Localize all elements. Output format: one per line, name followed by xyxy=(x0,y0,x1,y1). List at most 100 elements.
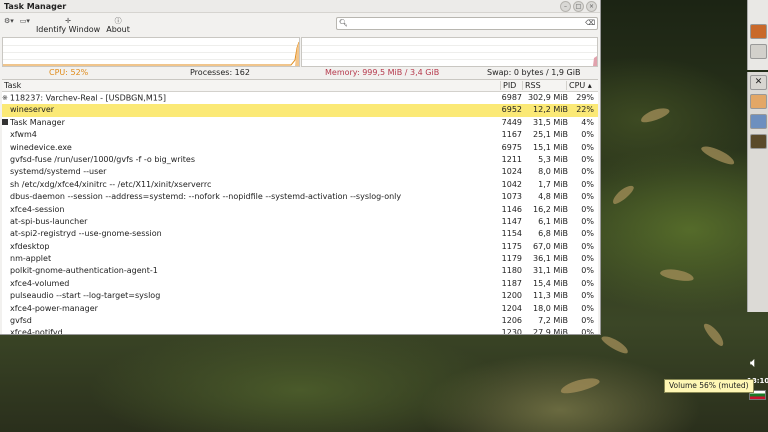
task-rss: 25,1 MiB xyxy=(533,130,568,140)
column-header-pid[interactable]: PID xyxy=(503,80,516,91)
task-name: xfce4-volumed xyxy=(10,278,70,288)
minimize-button[interactable]: – xyxy=(560,1,571,12)
table-row[interactable]: polkit-gnome-authentication-agent-1 1180 3… xyxy=(2,265,598,277)
task-rss: 1,7 MiB xyxy=(538,179,568,189)
about-button[interactable]: ⓘ About xyxy=(106,17,130,35)
view-menu-button[interactable]: ▭▾ xyxy=(20,17,30,35)
table-row[interactable]: winedevice.exe 6975 15,1 MiB 0% xyxy=(2,142,598,154)
panel-apps: ✕ xyxy=(747,72,768,312)
table-row[interactable]: xfce4-session 1146 16,2 MiB 0% xyxy=(2,204,598,216)
column-header-cpu[interactable]: CPU ▴ xyxy=(569,80,592,91)
table-row[interactable]: xfce4-power-manager 1204 18,0 MiB 0% xyxy=(2,303,598,315)
task-name: dbus-daemon --session --address=systemd:… xyxy=(10,192,402,202)
search-input[interactable]: 🔍︎ ⌫ xyxy=(336,17,598,30)
task-pid: 7449 xyxy=(501,117,522,127)
task-name: gvfsd xyxy=(10,316,32,326)
close-button[interactable]: × xyxy=(586,1,597,12)
monitor-icon: ▭▾ xyxy=(19,17,30,25)
task-name: winedevice.exe xyxy=(10,142,72,152)
window-button[interactable] xyxy=(750,44,767,59)
folder-icon[interactable] xyxy=(750,94,767,109)
table-row[interactable]: systemd/systemd --user 1024 8,0 MiB 0% xyxy=(2,166,598,178)
table-row[interactable]: xfce4-notifyd 1230 27,9 MiB 0% xyxy=(2,327,598,335)
task-rss: 31,1 MiB xyxy=(533,266,568,276)
table-row[interactable]: at-spi-bus-launcher 1147 6,1 MiB 0% xyxy=(2,216,598,228)
task-name: Task Manager xyxy=(2,117,65,129)
table-row[interactable]: gvfsd-fuse /run/user/1000/gvfs -f -o big… xyxy=(2,154,598,166)
memory-graph xyxy=(301,37,598,67)
table-row[interactable]: xfwm4 1167 25,1 MiB 0% xyxy=(2,129,598,141)
active-window-button[interactable] xyxy=(750,24,767,39)
identify-window-button[interactable]: ✛ Identify Window xyxy=(36,17,100,35)
task-cpu: 29% xyxy=(576,93,594,102)
table-row[interactable]: gvfsd 1206 7,2 MiB 0% xyxy=(2,315,598,327)
processes-status: Processes: 162 xyxy=(190,68,250,77)
column-header-rss[interactable]: RSS xyxy=(525,80,541,91)
table-row[interactable]: wineserver 6952 12,2 MiB 22% xyxy=(2,104,598,117)
table-row[interactable]: at-spi2-registryd --use-gnome-session 115… xyxy=(2,228,598,240)
task-pid: 1200 xyxy=(501,291,522,301)
graphs-area xyxy=(2,37,598,67)
task-cpu: 0% xyxy=(581,142,594,152)
task-name: systemd/systemd --user xyxy=(10,167,107,177)
task-pid: 1204 xyxy=(501,303,522,313)
task-name: at-spi-bus-launcher xyxy=(10,216,88,226)
task-cpu: 0% xyxy=(581,303,594,313)
maximize-button[interactable]: □ xyxy=(573,1,584,12)
panel-launchers xyxy=(747,0,768,70)
table-row[interactable]: nm-applet 1179 36,1 MiB 0% xyxy=(2,253,598,265)
close-icon[interactable]: ✕ xyxy=(750,75,767,90)
column-header-task[interactable]: Task xyxy=(4,80,21,91)
task-pid: 6952 xyxy=(501,105,522,115)
task-pid: 1024 xyxy=(501,167,522,177)
task-cpu: 22% xyxy=(576,105,594,115)
task-pid: 1167 xyxy=(501,130,522,140)
speaker-icon[interactable]: 🔈︎ xyxy=(750,355,758,371)
task-cpu: 4% xyxy=(581,117,594,127)
swap-status: Swap: 0 bytes / 1,9 GiB xyxy=(487,68,581,77)
cpu-status: CPU: 52% xyxy=(49,68,89,77)
wine-icon: ※ xyxy=(2,94,8,102)
task-cpu: 0% xyxy=(581,254,594,264)
task-cpu: 0% xyxy=(581,204,594,214)
task-name: at-spi2-registryd --use-gnome-session xyxy=(10,229,162,239)
window-titlebar[interactable]: Task Manager – □ × xyxy=(0,0,600,13)
leaf-decoration xyxy=(659,267,695,283)
task-manager-window: Task Manager – □ × ⚙▾ ▭▾ ✛ Identify Wind… xyxy=(0,0,601,335)
table-row[interactable]: pulseaudio --start --log-target=syslog 12… xyxy=(2,290,598,302)
clear-icon[interactable]: ⌫ xyxy=(585,18,595,29)
memory-graph-plot xyxy=(593,56,597,66)
terminal-icon[interactable] xyxy=(750,134,767,149)
side-panel: ✕ 🔈︎ 18:10 xyxy=(747,0,768,432)
table-row[interactable]: Task Manager 7449 31,5 MiB 4% xyxy=(2,117,598,129)
table-row[interactable]: xfdesktop 1175 67,0 MiB 0% xyxy=(2,241,598,253)
task-rss: 7,2 MiB xyxy=(538,316,568,326)
task-pid: 1154 xyxy=(501,229,522,239)
task-rss: 31,5 MiB xyxy=(533,117,568,127)
table-row[interactable]: ※ 118237: Varchev-Real - [USDBGN,M15] 6987… xyxy=(2,92,598,104)
task-rss: 12,2 MiB xyxy=(533,105,568,115)
task-pid: 1206 xyxy=(501,316,522,326)
task-rss: 11,3 MiB xyxy=(533,291,568,301)
task-rss: 16,2 MiB xyxy=(533,204,568,214)
task-pid: 1146 xyxy=(501,204,522,214)
task-rss: 5,3 MiB xyxy=(538,154,568,164)
table-row[interactable]: dbus-daemon --session --address=systemd:… xyxy=(2,191,598,203)
search-icon: 🔍︎ xyxy=(339,19,348,27)
task-pid: 1230 xyxy=(501,328,522,335)
task-cpu: 0% xyxy=(581,154,594,164)
task-cpu: 0% xyxy=(581,192,594,202)
task-name: nm-applet xyxy=(10,254,52,264)
cpu-graph-plot xyxy=(3,41,299,66)
task-name: pulseaudio --start --log-target=syslog xyxy=(10,291,161,301)
gear-icon: ⚙▾ xyxy=(4,17,14,25)
settings-menu-button[interactable]: ⚙▾ xyxy=(4,17,14,35)
task-rss: 302,9 MiB xyxy=(527,93,568,102)
table-row[interactable]: sh /etc/xdg/xfce4/xinitrc -- /etc/X11/xi… xyxy=(2,179,598,191)
task-name: gvfsd-fuse /run/user/1000/gvfs -f -o big… xyxy=(10,154,196,164)
task-pid: 1179 xyxy=(501,254,522,264)
task-cpu: 0% xyxy=(581,241,594,251)
browser-icon[interactable] xyxy=(750,114,767,129)
table-row[interactable]: xfce4-volumed 1187 15,4 MiB 0% xyxy=(2,278,598,290)
memory-status: Memory: 999,5 MiB / 3,4 GiB xyxy=(325,68,440,77)
